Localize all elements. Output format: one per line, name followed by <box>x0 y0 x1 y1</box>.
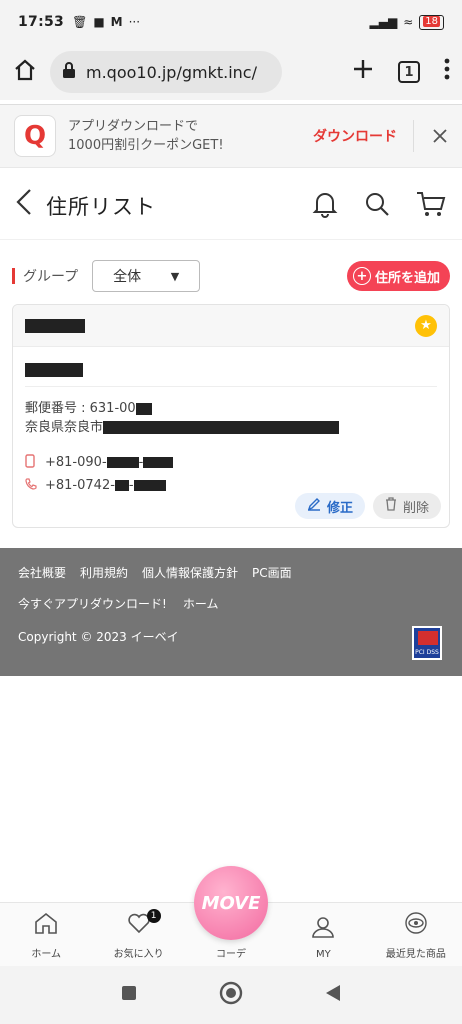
address-card: ★ 郵便番号 : 631-00 奈良県奈良市 +81-090- - +81-07… <box>12 304 450 528</box>
nav-label-coordinate: コーデ <box>216 949 247 960</box>
footer-link-terms[interactable]: 利用規約 <box>80 564 128 581</box>
nav-label-my: MY <box>316 949 331 960</box>
phone-list: +81-090- - +81-0742- - <box>25 451 437 497</box>
mobile-phone-icon <box>25 453 45 472</box>
add-address-label: 住所を追加 <box>374 270 440 286</box>
group-label: グループ <box>23 269 79 285</box>
download-button[interactable]: ダウンロード <box>313 120 414 152</box>
signal-icon: ▂▄▆ <box>369 15 398 29</box>
recipient-row <box>25 361 437 387</box>
accent-bar <box>12 268 15 284</box>
edit-label: 修正 <box>326 500 353 516</box>
url-text: m.qoo10.jp/gmkt.inc/ <box>86 62 257 82</box>
user-icon <box>310 915 336 945</box>
home-circle-icon[interactable] <box>219 981 243 1010</box>
redacted-address <box>103 421 340 434</box>
page-header: 住所リスト <box>0 172 462 240</box>
close-icon[interactable] <box>432 122 448 150</box>
notification-icons: 🗑 ■ M ··· <box>72 15 140 29</box>
status-time: 17:53 <box>18 14 65 30</box>
address-block: 郵便番号 : 631-00 奈良県奈良市 <box>25 399 437 437</box>
nav-item-favorites[interactable]: 1 お気に入り <box>92 903 184 966</box>
new-tab-icon[interactable] <box>352 58 374 86</box>
group-filter-row: グループ 全体 ▼ + 住所を追加 <box>0 258 462 294</box>
footer-link-pc[interactable]: PC画面 <box>252 564 292 581</box>
favorites-badge: 1 <box>146 909 161 923</box>
address-prefix: 奈良県奈良市 <box>25 420 104 435</box>
footer-link-app-download[interactable]: 今すぐアプリダウンロード! <box>18 595 167 612</box>
mobile-phone-row: +81-090- - <box>25 451 437 474</box>
battery-level: 18 <box>423 15 440 27</box>
back-icon[interactable] <box>16 188 32 223</box>
footer-link-home[interactable]: ホーム <box>183 595 219 612</box>
phone-icon <box>25 477 45 494</box>
system-icons: ▂▄▆ ≈ 18 <box>369 14 444 30</box>
mcdonalds-icon: M <box>110 15 123 29</box>
delete-button[interactable]: 削除 <box>372 493 441 519</box>
bell-icon[interactable] <box>312 190 338 222</box>
nav-label-favorites: お気に入り <box>113 949 164 960</box>
banner-line-1: アプリダウンロードで <box>68 119 199 134</box>
more-dots-icon: ··· <box>128 15 141 29</box>
group-selected-value: 全体 <box>113 269 142 285</box>
redacted-postal <box>135 402 152 415</box>
search-icon[interactable] <box>364 191 390 221</box>
seal-text: PCI DSS <box>415 649 439 656</box>
lock-icon <box>62 61 76 83</box>
recents-icon[interactable] <box>120 983 138 1007</box>
group-dropdown[interactable]: 全体 ▼ <box>92 260 201 292</box>
star-icon[interactable]: ★ <box>415 314 437 337</box>
redacted-phone-part <box>143 457 174 468</box>
redacted-recipient-name <box>25 362 83 377</box>
app-icon: ■ <box>93 15 105 29</box>
trash-icon: 🗑 <box>72 15 88 29</box>
pencil-icon <box>307 497 321 515</box>
nav-item-my[interactable]: MY <box>277 903 369 966</box>
mobile-phone-prefix: +81-090- <box>45 455 107 470</box>
landline-phone-prefix: +81-0742- <box>45 478 115 493</box>
eye-icon <box>402 911 430 941</box>
cart-icon[interactable] <box>416 190 446 222</box>
edit-button[interactable]: 修正 <box>294 493 365 519</box>
browser-toolbar: m.qoo10.jp/gmkt.inc/ 1 <box>0 44 462 100</box>
redacted-address-name <box>25 318 85 333</box>
footer-link-privacy[interactable]: 個人情報保護方針 <box>142 564 238 581</box>
postal-code: 郵便番号 : 631-00 <box>25 401 136 416</box>
tab-switcher-button[interactable]: 1 <box>398 61 420 83</box>
redacted-phone-part <box>114 480 129 491</box>
banner-line-2: 1000円割引クーポンGET! <box>68 138 224 153</box>
nav-item-home[interactable]: ホーム <box>0 903 92 966</box>
add-address-button[interactable]: + 住所を追加 <box>346 261 450 291</box>
app-download-banner: Q アプリダウンロードで 1000円割引クーポンGET! ダウンロード <box>0 104 462 168</box>
android-nav-bar <box>0 966 462 1024</box>
plus-circle-icon: + <box>352 267 371 285</box>
redacted-phone-part <box>106 457 139 468</box>
nav-item-recent[interactable]: 最近見た商品 <box>370 903 462 966</box>
status-bar: 17:53 🗑 ■ M ··· ▂▄▆ ≈ 18 <box>0 0 462 44</box>
delete-label: 削除 <box>402 500 429 516</box>
pci-dss-seal: PCI DSS <box>412 626 442 660</box>
address-bar[interactable]: m.qoo10.jp/gmkt.inc/ <box>50 51 282 93</box>
back-triangle-icon[interactable] <box>324 983 342 1008</box>
home-icon <box>33 911 59 941</box>
card-header: ★ <box>13 305 449 347</box>
nav-label-recent: 最近見た商品 <box>385 949 446 960</box>
wifi-icon: ≈ <box>403 15 414 29</box>
qoo10-logo: Q <box>14 115 56 157</box>
copyright: Copyright © 2023 イーベイ <box>18 630 179 644</box>
footer-link-company[interactable]: 会社概要 <box>18 564 66 581</box>
page-title: 住所リスト <box>46 194 156 219</box>
trash-can-icon <box>385 497 397 515</box>
banner-text: アプリダウンロードで 1000円割引クーポンGET! <box>68 117 224 155</box>
redacted-phone-part <box>133 480 166 491</box>
move-button[interactable]: MOVE <box>194 866 268 940</box>
site-footer: 会社概要 利用規約 個人情報保護方針 PC画面 今すぐアプリダウンロード! ホー… <box>0 548 462 676</box>
menu-icon[interactable] <box>444 58 450 86</box>
caret-down-icon: ▼ <box>170 269 180 283</box>
nav-label-home: ホーム <box>31 949 62 960</box>
home-browser-icon[interactable] <box>12 57 38 87</box>
battery-icon: 18 <box>419 14 444 30</box>
